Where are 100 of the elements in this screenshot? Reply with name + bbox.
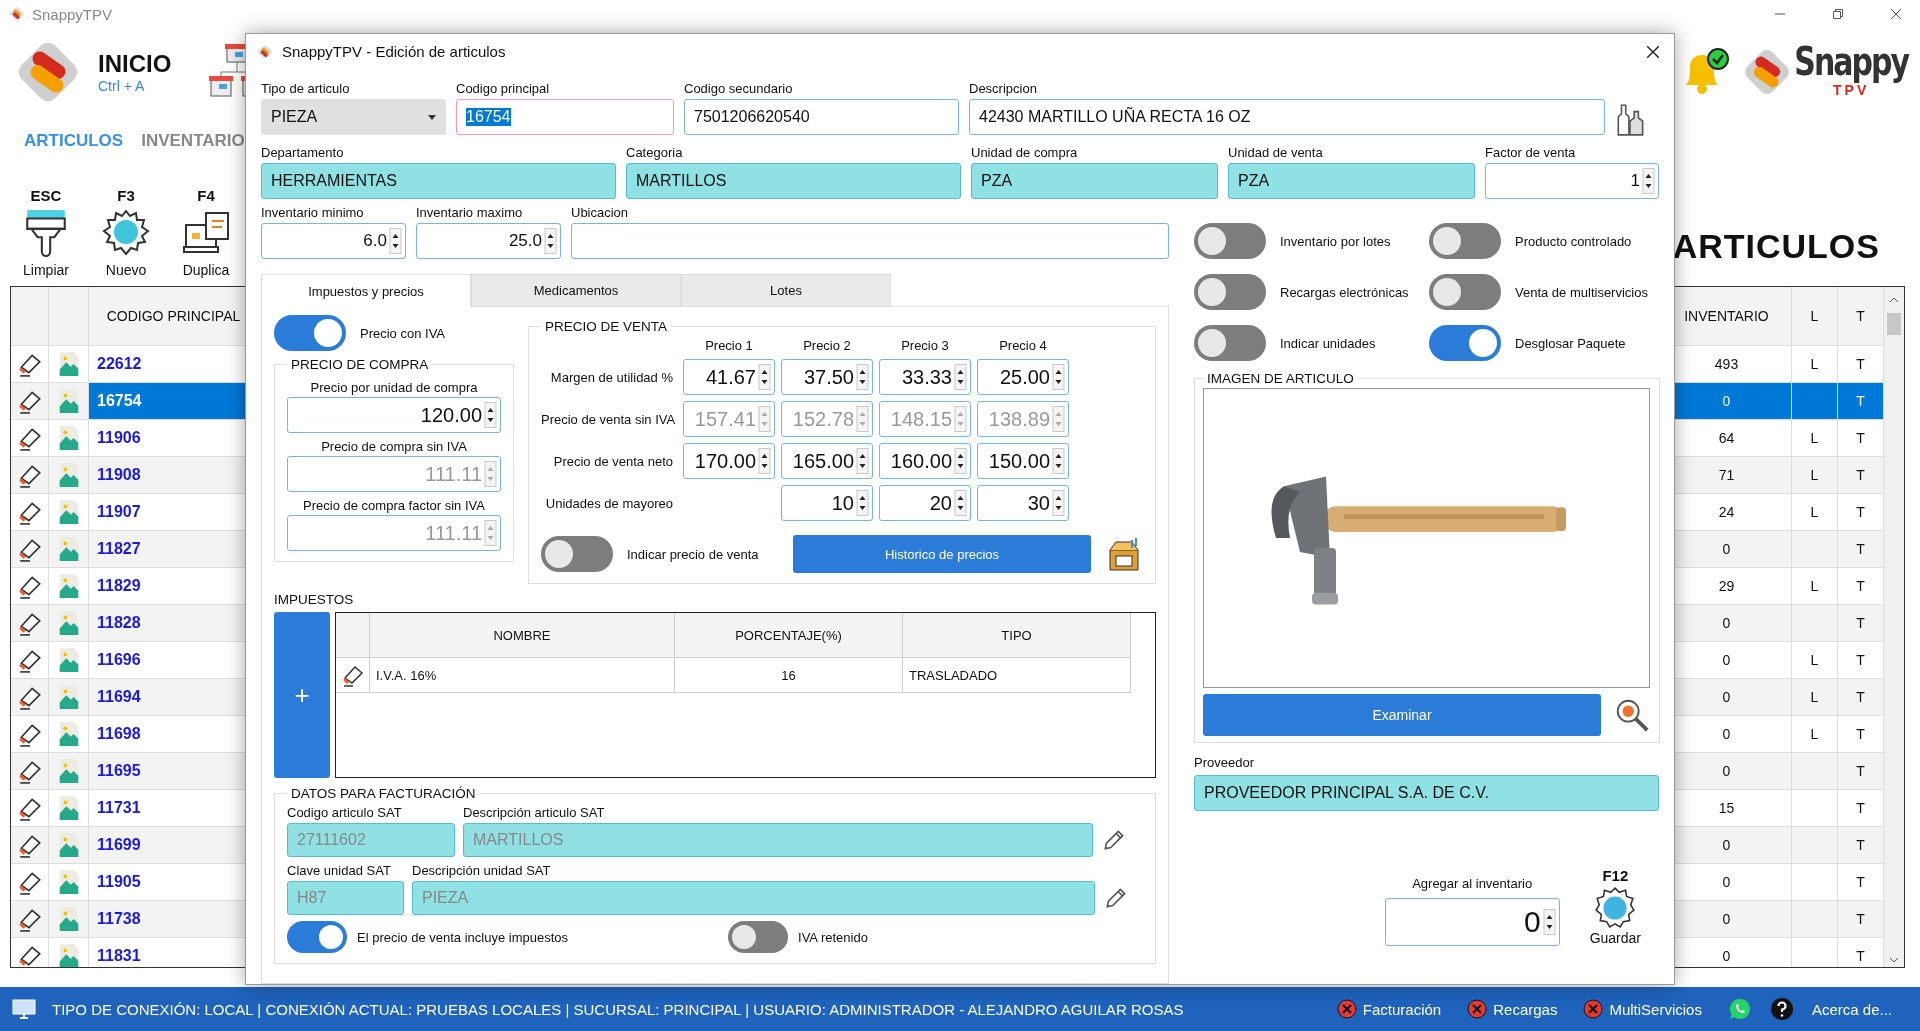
field-label: Unidad de venta [1228,145,1324,161]
lookup-field[interactable]: PZA [1228,163,1475,199]
input-field[interactable]: 16754 [456,99,674,135]
table-cell: L [1810,356,1819,372]
nav-tab[interactable]: INVENTARIO [141,131,245,151]
lookup-field[interactable]: MARTILLOS [626,163,961,199]
group-title: PRECIO DE VENTA [544,319,669,334]
table-cell: L [1810,467,1819,483]
row-label: Margen de utilidad % [549,369,674,385]
section-title: IMPUESTOS [274,592,355,609]
input-field[interactable]: 7501206620540 [684,99,959,135]
number-field[interactable]: 0 [1384,898,1560,946]
tab[interactable]: Lotes [681,274,891,306]
table-cell: T [1856,541,1865,557]
home-label[interactable]: INICIO [98,50,172,78]
input-field[interactable]: 42430 MARTILLO UÑA RECTA 16 OZ [969,99,1605,135]
table-cell: T [1856,800,1865,816]
field-label: Departamento [261,145,345,161]
field-label: Inventario maximo [416,205,524,221]
field-label: Precio de compra sin IVA [320,439,468,454]
field-label: Descripción articulo SAT [463,805,606,821]
field-label: Inventario minimo [261,205,365,221]
lookup-field[interactable]: PROVEEDOR PRINCIPAL S.A. DE C.V. [1194,775,1659,811]
number-field[interactable]: 165.00 [781,443,873,479]
column-header[interactable]: NOMBRE [370,613,675,657]
dialog-title: SnappyTPV - Edición de articulos [282,43,506,60]
toggle-label: Indicar precio de venta [627,546,759,562]
add-button[interactable]: + [274,612,330,778]
group-title: DATOS PARA FACTURACIÓN [290,786,477,801]
dropdown[interactable]: PIEZA [261,99,446,135]
toggle-label: Recargas electrónicas [1280,284,1409,300]
page-heading: ARTICULOS [1672,227,1880,266]
toggle-label: El precio de venta incluye impuestos [357,929,568,945]
number-field[interactable]: 37.50 [781,359,873,395]
number-field[interactable]: 25.0 [416,223,561,259]
number-field[interactable]: 150.00 [977,443,1069,479]
tab[interactable]: Impuestos y precios [261,274,471,308]
field-label: Proveedor [1194,755,1255,771]
shortcut-key: F3 [117,187,135,204]
row-label: Precio de venta neto [552,453,674,469]
field-label: Tipo de articulo [261,81,351,97]
number-field[interactable]: 1 [1485,163,1659,199]
column-header[interactable]: TIPO [903,613,1131,657]
field-label: Unidad de compra [971,145,1079,161]
table-cell: T [1856,874,1865,890]
service-status[interactable]: Recargas [1493,1000,1558,1018]
service-status[interactable]: MultiServicios [1609,1000,1702,1018]
number-field[interactable]: 20 [879,485,971,521]
toggle-label: Precio con IVA [360,325,446,341]
table-cell: I.V.A. 16% [370,658,675,692]
price-history-button[interactable]: Historico de precios [793,535,1091,573]
tool-label[interactable]: Duplica [182,262,230,278]
window-title: SnappyTPV [32,5,113,23]
number-field[interactable]: 6.0 [261,223,406,259]
tool-label[interactable]: Limpiar [23,262,69,278]
toggle-label: Venta de multiservicios [1515,284,1648,300]
column-header: Precio 2 [802,338,852,353]
table-cell: 16 [675,658,903,692]
table-cell: T [1856,689,1865,705]
shortcut-key: F12 [1602,867,1629,884]
row-label: Unidades de mayoreo [544,495,674,511]
number-field[interactable]: 160.00 [879,443,971,479]
browse-button[interactable]: Examinar [1203,694,1601,736]
row-label: Precio de venta sin IVA [541,411,677,427]
field-label: Factor de venta [1485,145,1577,161]
field-label: Clave unidad SAT [287,863,392,879]
tab[interactable]: Medicamentos [471,274,681,306]
column-header: Precio 3 [900,338,950,353]
about-link[interactable]: Acerca de... [1811,1000,1892,1018]
table-cell: L [1810,430,1819,446]
column-header[interactable]: PORCENTAJE(%) [675,613,903,657]
field-label: Descripción unidad SAT [412,863,552,879]
field-label: Codigo principal [456,81,551,97]
number-field[interactable]: 170.00 [683,443,775,479]
field-label: Descripcion [969,81,1038,97]
number-field[interactable]: 41.67 [683,359,775,395]
column-header[interactable]: L [1792,287,1838,345]
table-cell: T [1856,467,1865,483]
column-header: Precio 1 [704,338,754,353]
table-cell: T [1856,578,1865,594]
tool-label[interactable]: Nuevo [105,262,147,278]
lookup-field[interactable]: HERRAMIENTAS [261,163,616,199]
connection-info: TIPO DE CONEXIÓN: LOCAL | CONEXIÓN ACTUAL: PRUEBAS LOCALES | SUCURSAL: PRINCIPAL | USUARIO: ADMINISTRADOR - ALEJANDRO AGUILAR ROSAS [52,1000,1184,1018]
lookup-field[interactable]: PZA [971,163,1218,199]
table-cell: T [1856,652,1865,668]
brand-subtitle: TPV [1833,83,1870,97]
save-button[interactable]: Guardar [1589,930,1641,946]
field-label: Precio por unidad de compra [309,380,479,395]
shortcut-hint: Ctrl + A [98,78,146,94]
column-header: Precio 4 [998,338,1048,353]
number-field[interactable]: 30 [977,485,1069,521]
number-field[interactable]: 33.33 [879,359,971,395]
group-title: IMAGEN DE ARTICULO [1206,371,1355,386]
number-field[interactable]: 120.00 [287,397,501,433]
toggle-label: Inventario por lotes [1280,233,1391,249]
number-field[interactable]: 10 [781,485,873,521]
number-field[interactable]: 25.00 [977,359,1069,395]
service-status[interactable]: Facturación [1362,1000,1442,1018]
table-cell: T [1856,393,1865,409]
field-label: Ubicacion [571,205,630,221]
